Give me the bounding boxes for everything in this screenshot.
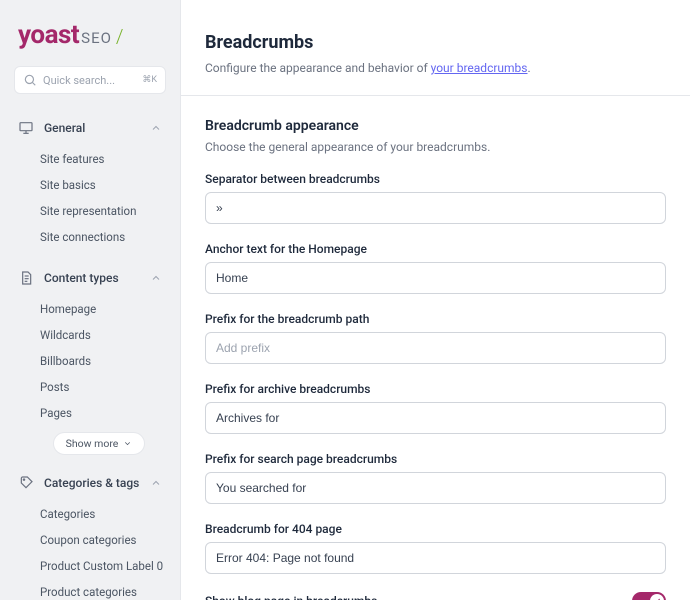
field-label: Anchor text for the Homepage <box>205 242 666 256</box>
nav-item[interactable]: Wildcards <box>40 322 166 348</box>
toggle-label: Show blog page in breadcrumbs <box>205 594 377 600</box>
field-prefix-archive: Prefix for archive breadcrumbs <box>205 382 666 434</box>
search-icon <box>23 73 37 87</box>
nav-item[interactable]: Coupon categories <box>40 527 166 553</box>
chevron-up-icon <box>150 477 162 489</box>
nav-item[interactable]: Product Custom Label 0 <box>40 553 166 579</box>
nav-header-content-types[interactable]: Content types <box>14 264 166 292</box>
prefix-archive-input[interactable] <box>205 402 666 434</box>
nav-section-label: Categories & tags <box>44 476 140 490</box>
breadcrumbs-help-link[interactable]: your breadcrumbs <box>431 61 528 75</box>
field-show-blog: Show blog page in breadcrumbs <box>205 592 666 600</box>
nav-item[interactable]: Product categories <box>40 579 166 600</box>
nav-item[interactable]: Categories <box>40 501 166 527</box>
page-description: Configure the appearance and behavior of… <box>205 61 666 75</box>
nav-section-label: General <box>44 121 140 135</box>
nav-item[interactable]: Site connections <box>40 224 166 250</box>
nav-item[interactable]: Billboards <box>40 348 166 374</box>
document-icon <box>18 270 34 286</box>
field-label: Prefix for search page breadcrumbs <box>205 452 666 466</box>
prefix-search-input[interactable] <box>205 472 666 504</box>
chevron-down-icon <box>123 439 132 448</box>
separator-input[interactable] <box>205 192 666 224</box>
search-shortcut: ⌘K <box>142 75 157 85</box>
brand-slash: / <box>116 25 124 48</box>
field-label: Separator between breadcrumbs <box>205 172 666 186</box>
search-input[interactable]: Quick search... ⌘K <box>14 66 166 94</box>
nav-section-content-types: Content types Homepage Wildcards Billboa… <box>14 264 166 455</box>
nav-section-general: General Site features Site basics Site r… <box>14 114 166 250</box>
prefix-path-input[interactable] <box>205 332 666 364</box>
nav-item[interactable]: Site features <box>40 146 166 172</box>
section-title: Breadcrumb appearance <box>205 118 666 134</box>
nav-header-categories[interactable]: Categories & tags <box>14 469 166 497</box>
chevron-up-icon <box>150 122 162 134</box>
nav-item[interactable]: Homepage <box>40 296 166 322</box>
toggle-knob <box>650 594 664 600</box>
nav-section-categories: Categories & tags Categories Coupon cate… <box>14 469 166 600</box>
field-prefix-search: Prefix for search page breadcrumbs <box>205 452 666 504</box>
tags-icon <box>18 475 34 491</box>
field-label: Breadcrumb for 404 page <box>205 522 666 536</box>
nav-item[interactable]: Site basics <box>40 172 166 198</box>
nav-item[interactable]: Site representation <box>40 198 166 224</box>
field-prefix-path: Prefix for the breadcrumb path <box>205 312 666 364</box>
nav-header-general[interactable]: General <box>14 114 166 142</box>
error404-input[interactable] <box>205 542 666 574</box>
show-more-button[interactable]: Show more <box>53 432 146 455</box>
anchor-input[interactable] <box>205 262 666 294</box>
nav-item[interactable]: Pages <box>40 400 166 426</box>
section-description: Choose the general appearance of your br… <box>205 140 666 154</box>
field-error404: Breadcrumb for 404 page <box>205 522 666 574</box>
sidebar: yoast SEO / Quick search... ⌘K General S… <box>0 0 180 600</box>
field-anchor: Anchor text for the Homepage <box>205 242 666 294</box>
field-label: Prefix for the breadcrumb path <box>205 312 666 326</box>
field-separator: Separator between breadcrumbs <box>205 172 666 224</box>
monitor-icon <box>18 120 34 136</box>
page-title: Breadcrumbs <box>205 32 666 53</box>
show-blog-toggle[interactable] <box>632 592 666 600</box>
divider <box>181 95 690 96</box>
brand-logo: yoast SEO / <box>14 20 166 50</box>
nav-item[interactable]: Posts <box>40 374 166 400</box>
nav-section-label: Content types <box>44 271 140 285</box>
brand-suffix: SEO <box>81 29 112 47</box>
search-placeholder: Quick search... <box>43 74 136 87</box>
chevron-up-icon <box>150 272 162 284</box>
main-content: Breadcrumbs Configure the appearance and… <box>180 0 690 600</box>
brand-name: yoast <box>18 20 79 50</box>
field-label: Prefix for archive breadcrumbs <box>205 382 666 396</box>
show-more-label: Show more <box>66 437 119 450</box>
